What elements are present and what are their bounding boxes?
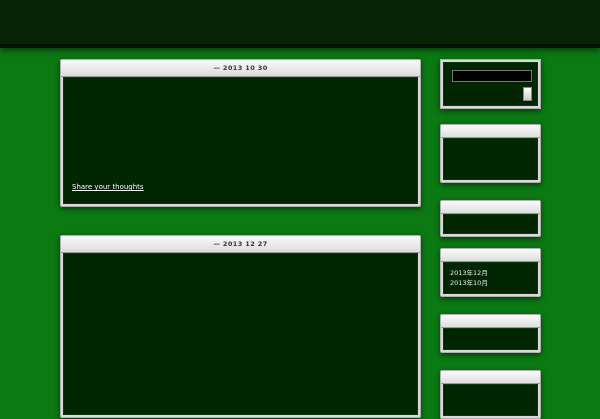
widget-body [443, 214, 538, 234]
widget-body [443, 384, 538, 416]
post-body: Share your thoughts [63, 77, 418, 204]
widget-header [441, 201, 540, 214]
share-thoughts-link[interactable]: Share your thoughts [72, 183, 144, 191]
post-text-line [72, 84, 409, 102]
search-widget [440, 59, 541, 109]
post-date: — 2013 10 30 [61, 60, 420, 77]
widget-body [443, 328, 538, 350]
post-text-line [72, 314, 409, 332]
pages-link[interactable] [450, 154, 531, 164]
post-text-line [72, 138, 409, 156]
search-widget-body [443, 62, 538, 106]
archive-link[interactable]: 2013年10月 [450, 278, 531, 288]
archive-link[interactable]: 2013年12月 [450, 268, 531, 278]
post-card: — 2013 12 27 [60, 235, 421, 418]
post-text-line [72, 332, 409, 350]
pages-widget [440, 124, 541, 183]
post-text-line [72, 156, 409, 174]
pages-link[interactable] [450, 144, 531, 154]
widget-header [441, 371, 540, 384]
category-link[interactable] [450, 334, 531, 344]
widget-header [441, 249, 540, 262]
widget-body: 2013年12月 2013年10月 [443, 262, 538, 294]
post-text-line [72, 278, 409, 296]
categories-widget [440, 314, 541, 353]
meta-widget [440, 370, 541, 419]
post-text-line [72, 260, 409, 278]
post-text-line [72, 120, 409, 138]
widget-body [443, 138, 538, 180]
post-text-line [72, 102, 409, 120]
widget-header [441, 315, 540, 328]
post-text-line [72, 350, 409, 368]
post-text-line [72, 368, 409, 386]
search-input[interactable] [452, 70, 532, 82]
post-card: — 2013 10 30 Share your thoughts [60, 59, 421, 207]
post-text-line [72, 386, 409, 404]
widget-header [441, 125, 540, 138]
pages-link[interactable] [450, 164, 531, 174]
site-header [0, 0, 600, 48]
post-date: — 2013 12 27 [61, 236, 420, 253]
empty-widget [440, 200, 541, 237]
archives-widget: 2013年12月 2013年10月 [440, 248, 541, 297]
post-text-line [72, 296, 409, 314]
search-button[interactable] [523, 87, 532, 101]
post-body [63, 253, 418, 415]
